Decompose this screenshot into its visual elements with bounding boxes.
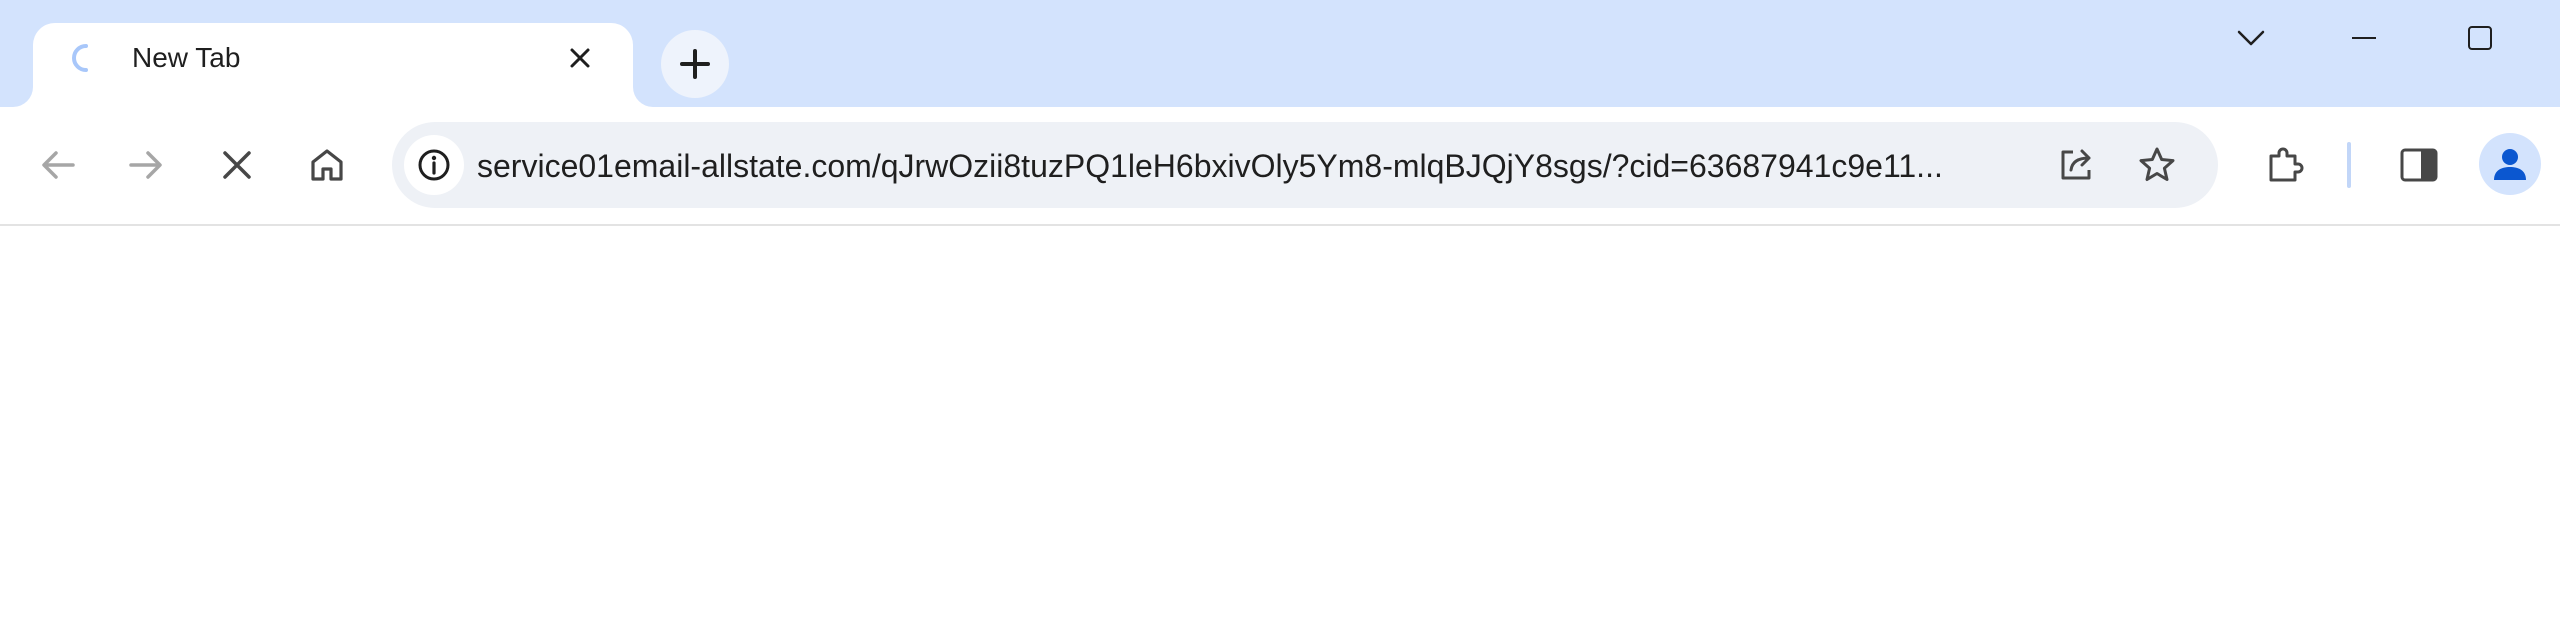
side-panel-button[interactable] xyxy=(2389,135,2449,195)
arrow-left-icon xyxy=(42,151,75,179)
loading-spinner-icon xyxy=(71,43,101,73)
home-button[interactable] xyxy=(297,135,357,195)
extensions-button[interactable] xyxy=(2255,135,2315,195)
maximize-icon xyxy=(2468,26,2492,50)
close-icon xyxy=(223,151,251,179)
tab-search-button[interactable] xyxy=(2221,8,2281,68)
close-icon xyxy=(570,48,590,68)
url-text[interactable]: service01email-allstate.com/qJrwOzii8tuz… xyxy=(477,147,2037,185)
info-icon xyxy=(418,149,450,181)
plus-icon xyxy=(680,49,710,79)
maximize-button[interactable] xyxy=(2450,8,2510,68)
toolbar: service01email-allstate.com/qJrwOzii8tuz… xyxy=(0,107,2560,226)
new-tab-button[interactable] xyxy=(661,30,729,98)
page-content xyxy=(0,226,2560,624)
share-button[interactable] xyxy=(2047,135,2107,195)
arrow-right-icon xyxy=(129,151,162,179)
minimize-icon xyxy=(2352,37,2376,39)
site-info-button[interactable] xyxy=(404,135,464,195)
tab-title: New Tab xyxy=(132,42,241,73)
profile-button[interactable] xyxy=(2479,133,2541,195)
tab-close-button[interactable] xyxy=(558,36,602,80)
toolbar-divider xyxy=(2347,142,2351,188)
tab-new-tab[interactable]: New Tab xyxy=(33,23,633,107)
bookmark-button[interactable] xyxy=(2127,135,2187,195)
profile-avatar-icon xyxy=(2494,149,2526,180)
home-icon xyxy=(311,149,343,181)
share-icon xyxy=(2061,149,2091,180)
tab-search-icon xyxy=(2237,30,2265,46)
minimize-button[interactable] xyxy=(2334,8,2394,68)
tab-strip: New Tab xyxy=(0,0,2560,107)
star-icon xyxy=(2139,147,2175,181)
browser-window: New Tab service01email-allstate.com/qJrw… xyxy=(0,0,2560,624)
forward-button[interactable] xyxy=(116,135,176,195)
puzzle-icon xyxy=(2269,147,2304,182)
side-panel-icon xyxy=(2400,148,2438,182)
back-button[interactable] xyxy=(28,135,88,195)
address-bar[interactable]: service01email-allstate.com/qJrwOzii8tuz… xyxy=(392,122,2218,208)
stop-button[interactable] xyxy=(207,135,267,195)
